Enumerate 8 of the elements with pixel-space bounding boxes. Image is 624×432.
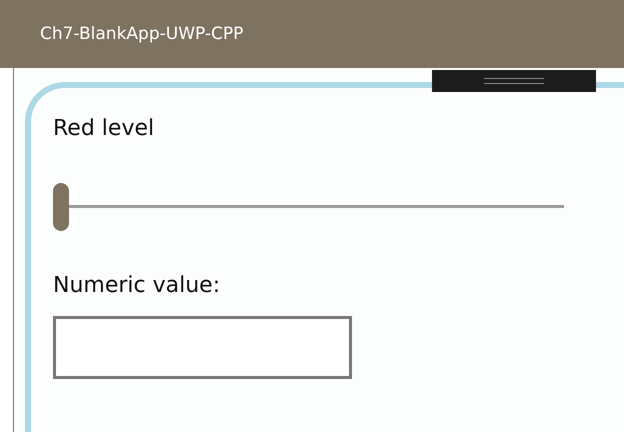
slider-label: Red level	[53, 116, 154, 141]
slider-thumb[interactable]	[53, 183, 69, 231]
window-title: Ch7-BlankApp-UWP-CPP	[40, 24, 244, 44]
debug-toolbar[interactable]	[432, 70, 596, 92]
input-field[interactable]	[53, 316, 352, 379]
grip-icon	[484, 78, 544, 84]
slider[interactable]	[53, 183, 564, 231]
field-label: Numeric value:	[53, 273, 220, 298]
